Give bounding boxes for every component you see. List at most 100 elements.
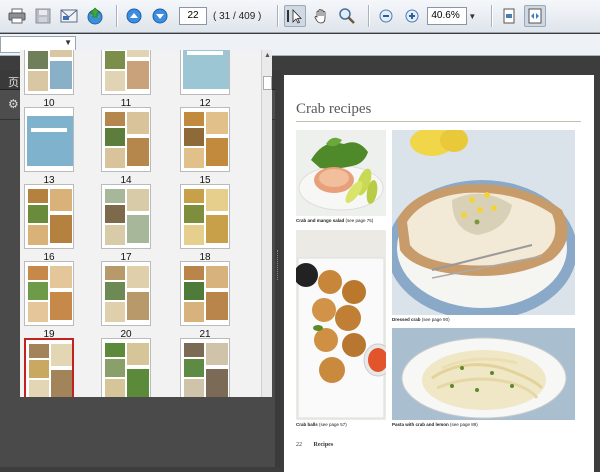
zoom-level-field[interactable]: 40.6% [427, 7, 468, 25]
thumbnail-image-block [206, 112, 228, 134]
print-button[interactable] [6, 5, 28, 27]
crab-salad-photo [296, 130, 386, 216]
previous-page-icon [126, 8, 142, 24]
thumbnail-image-block [184, 205, 204, 223]
chevron-down-icon: ▼ [468, 11, 477, 21]
thumbnail-image-block [127, 292, 149, 320]
zoom-tool-button[interactable] [336, 5, 358, 27]
thumbnail-image-block [206, 369, 228, 397]
thumbnail-image-block [28, 266, 48, 280]
toolbar-separator [368, 5, 370, 27]
page-thumbnail[interactable] [180, 107, 230, 172]
thumbnail-image-block [184, 343, 204, 357]
thumbnail-image-block [127, 138, 149, 166]
fit-page-icon [503, 8, 515, 24]
page-thumbnail[interactable] [24, 184, 74, 249]
thumbnail-image-block [31, 128, 67, 132]
crab-balls-photo [296, 230, 386, 420]
previous-page-button[interactable] [123, 5, 145, 27]
page-thumbnail[interactable] [180, 50, 230, 95]
next-page-button[interactable] [149, 5, 171, 27]
hand-tool-button[interactable] [310, 5, 332, 27]
thumbnail-image-block [50, 50, 72, 57]
document-page: Crab recipes Crab and mango salad (see p… [284, 75, 594, 472]
thumbnail-image-block [105, 282, 125, 300]
thumbnail-image-block [184, 379, 204, 397]
hand-tool-icon [314, 9, 326, 24]
zoom-out-icon [379, 9, 393, 23]
thumbnail-image-block [127, 343, 149, 365]
page-thumbnail[interactable] [180, 338, 230, 397]
zoom-out-button[interactable] [375, 5, 397, 27]
thumbnail-image-block [184, 225, 204, 245]
thumbnail-image-block [28, 71, 48, 91]
page-thumbnail[interactable] [24, 338, 74, 397]
save-icon [35, 8, 51, 24]
print-icon [8, 8, 26, 24]
thumbnail-image-block [184, 359, 204, 377]
thumbnails-scrollbar[interactable]: ▲ [261, 50, 272, 397]
page-thumbnail[interactable] [101, 50, 151, 95]
thumbnail-image-block [127, 189, 149, 211]
save-button[interactable] [32, 5, 54, 27]
crab-salad-ref: (see page 75) [345, 218, 374, 223]
thumbnail-image-block [28, 205, 48, 223]
thumbnail-image-block [127, 61, 149, 89]
thumbnail-image-block [206, 343, 228, 365]
page-thumbnail[interactable] [180, 261, 230, 326]
page-heading: Crab recipes [296, 101, 372, 117]
page-thumbnail[interactable] [101, 107, 151, 172]
footer-page-number: 22 [296, 442, 302, 448]
crab-salad-title: Crab and mango salad [296, 218, 345, 223]
scroll-thumb[interactable] [263, 76, 272, 90]
page-thumbnail[interactable] [180, 184, 230, 249]
thumbnail-image-block [184, 128, 204, 146]
page-thumbnail[interactable] [24, 261, 74, 326]
page-thumbnail[interactable] [101, 184, 151, 249]
dressed-crab-caption: Dressed crab (see page 90) [392, 317, 450, 322]
thumbnail-image-block [183, 50, 229, 89]
page-thumbnails: 101112131415161718192021222324 [20, 50, 261, 397]
thumbnail-image-block [28, 51, 48, 69]
thumbnail-image-block [50, 215, 72, 243]
scroll-up-icon[interactable]: ▲ [263, 51, 272, 60]
page-thumbnail[interactable] [24, 107, 74, 172]
select-tool-icon [287, 8, 303, 24]
thumbnail-image-block [105, 128, 125, 146]
thumbnail-image-block [105, 266, 125, 280]
zoom-in-icon [405, 9, 419, 23]
page-thumbnail[interactable] [101, 338, 151, 397]
fit-width-button[interactable] [524, 5, 547, 27]
zoom-dropdown-button[interactable]: ▼ [467, 7, 477, 25]
fit-width-icon [528, 8, 542, 24]
email-button[interactable] [58, 5, 80, 27]
toolbar-separator [116, 5, 117, 27]
gear-icon: ⚙ [8, 97, 19, 111]
thumbnail-image-block [28, 189, 48, 203]
select-tool-button[interactable] [284, 5, 307, 27]
document-view[interactable]: Crab recipes Crab and mango salad (see p… [281, 70, 600, 472]
dressed-crab-title: Dressed crab [392, 317, 421, 322]
thumbnail-image-block [184, 148, 204, 168]
fit-page-button[interactable] [498, 5, 520, 27]
thumbnail-image-block [206, 189, 228, 211]
collaborate-button[interactable] [84, 5, 106, 27]
thumbnail-image-block [29, 360, 49, 378]
globe-upload-icon [87, 7, 103, 25]
splitter-grip [277, 250, 279, 280]
thumbnail-image-block [105, 148, 125, 168]
thumbnail-image-block [105, 343, 125, 357]
thumbnail-image-block [105, 225, 125, 245]
zoom-in-button[interactable] [401, 5, 423, 27]
thumbnail-image-block [184, 112, 204, 126]
thumbnail-image-block [206, 292, 228, 320]
crab-balls-title: Crab balls [296, 422, 318, 427]
thumbnail-image-block [29, 380, 49, 397]
thumbnail-image-block [184, 189, 204, 203]
page-number-input[interactable]: 22 [179, 7, 207, 25]
crab-balls-caption: Crab balls (see page 57) [296, 422, 347, 427]
page-thumbnail[interactable] [101, 261, 151, 326]
thumbnail-image-block [127, 112, 149, 134]
page-thumbnail[interactable] [24, 50, 74, 95]
thumbnail-image-block [206, 266, 228, 288]
